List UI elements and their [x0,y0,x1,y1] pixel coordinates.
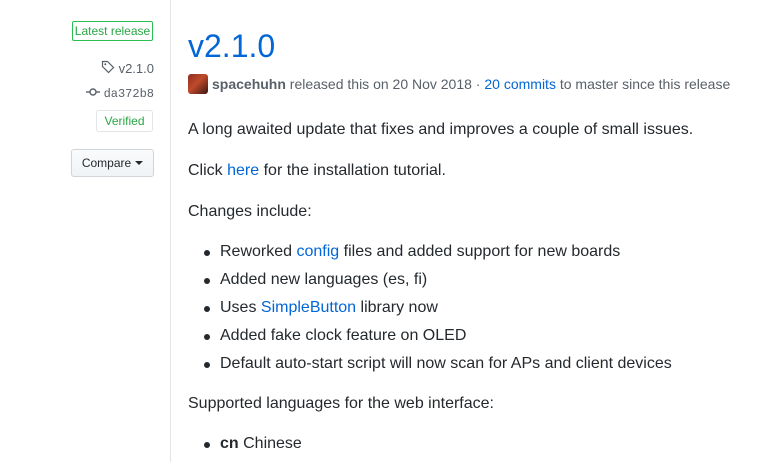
chevron-down-icon [135,161,144,165]
change-text: Uses [220,299,257,316]
tag-icon [101,60,115,77]
language-code: cn [220,435,239,452]
config-link[interactable]: config [296,243,339,260]
list-item: Added new languages (es, fi) [188,266,672,294]
commit-sha: da372b8 [103,87,154,101]
simplebutton-link[interactable]: SimpleButton [261,299,356,316]
languages-heading: Supported languages for the web interfac… [188,395,494,412]
commits-suffix: to master since this release [559,76,731,92]
compare-label: Compare [81,156,132,170]
sidebar-divider [170,0,171,462]
release-sidebar: Latest release v2.1.0 da372b8 Verified C… [0,0,170,462]
list-item: Uses SimpleButton library now [188,294,672,322]
list-item: Default auto-start script will now scan … [188,350,672,378]
changes-heading: Changes include: [188,203,312,220]
change-text: Added fake clock feature on OLED [220,327,467,344]
click-suffix: for the installation tutorial. [263,162,446,179]
list-item: Added fake clock feature on OLED [188,322,672,350]
language-name: Chinese [243,435,302,452]
release-meta: spacehuhn released this on 20 Nov 2018 ·… [188,74,730,94]
tutorial-link[interactable]: here [227,162,259,179]
avatar[interactable] [188,74,208,94]
latest-release-badge: Latest release [72,21,153,41]
intro-text: A long awaited update that fixes and imp… [188,121,694,138]
released-text: released this on 20 Nov 2018 · [289,76,481,92]
tag-link[interactable]: v2.1.0 [101,60,154,77]
git-commit-icon [85,87,100,101]
author-link[interactable]: spacehuhn [212,76,286,92]
commit-link[interactable]: da372b8 [85,87,154,101]
list-item: cn Chinese [188,430,302,458]
change-text: Reworked [220,243,293,260]
change-text: Default auto-start script will now scan … [220,355,672,372]
install-paragraph: Click here for the installation tutorial… [188,159,446,183]
commits-link[interactable]: 20 commits [484,76,556,92]
release-title[interactable]: v2.1.0 [188,26,275,66]
compare-button[interactable]: Compare [71,149,154,177]
change-text: Added new languages (es, fi) [220,271,428,288]
changes-list: Reworked config files and added support … [188,238,672,378]
tag-label: v2.1.0 [118,61,154,76]
change-text: files and added support for new boards [343,243,621,260]
list-item: Reworked config files and added support … [188,238,672,266]
languages-list: cn Chinese [188,430,302,458]
click-prefix: Click [188,162,223,179]
verified-badge[interactable]: Verified [96,110,153,132]
change-text: library now [360,299,438,316]
